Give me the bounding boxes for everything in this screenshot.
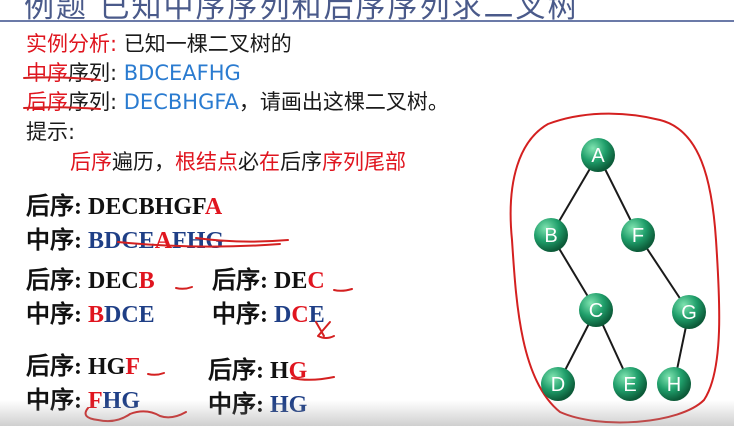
tree-node-label: D (551, 374, 565, 396)
tree-node-B: B (534, 218, 568, 252)
tree-node-label: E (623, 374, 636, 396)
tree-node-label: G (681, 302, 697, 324)
tree-node-G: G (672, 295, 706, 329)
binary-tree: A B F C G D E H (534, 138, 706, 401)
bottom-shadow (0, 400, 734, 426)
tree-node-D: D (541, 367, 575, 401)
tree-node-A: A (581, 138, 615, 172)
tree-node-F: F (621, 218, 655, 252)
tree-node-C: C (579, 293, 613, 327)
tree-node-H: H (657, 367, 691, 401)
tree-node-label: A (591, 145, 605, 167)
tree-node-label: F (632, 225, 644, 247)
tree-node-label: B (544, 225, 557, 247)
tree-node-label: H (667, 374, 681, 396)
tree-node-E: E (613, 367, 647, 401)
tree-node-label: C (589, 300, 603, 322)
